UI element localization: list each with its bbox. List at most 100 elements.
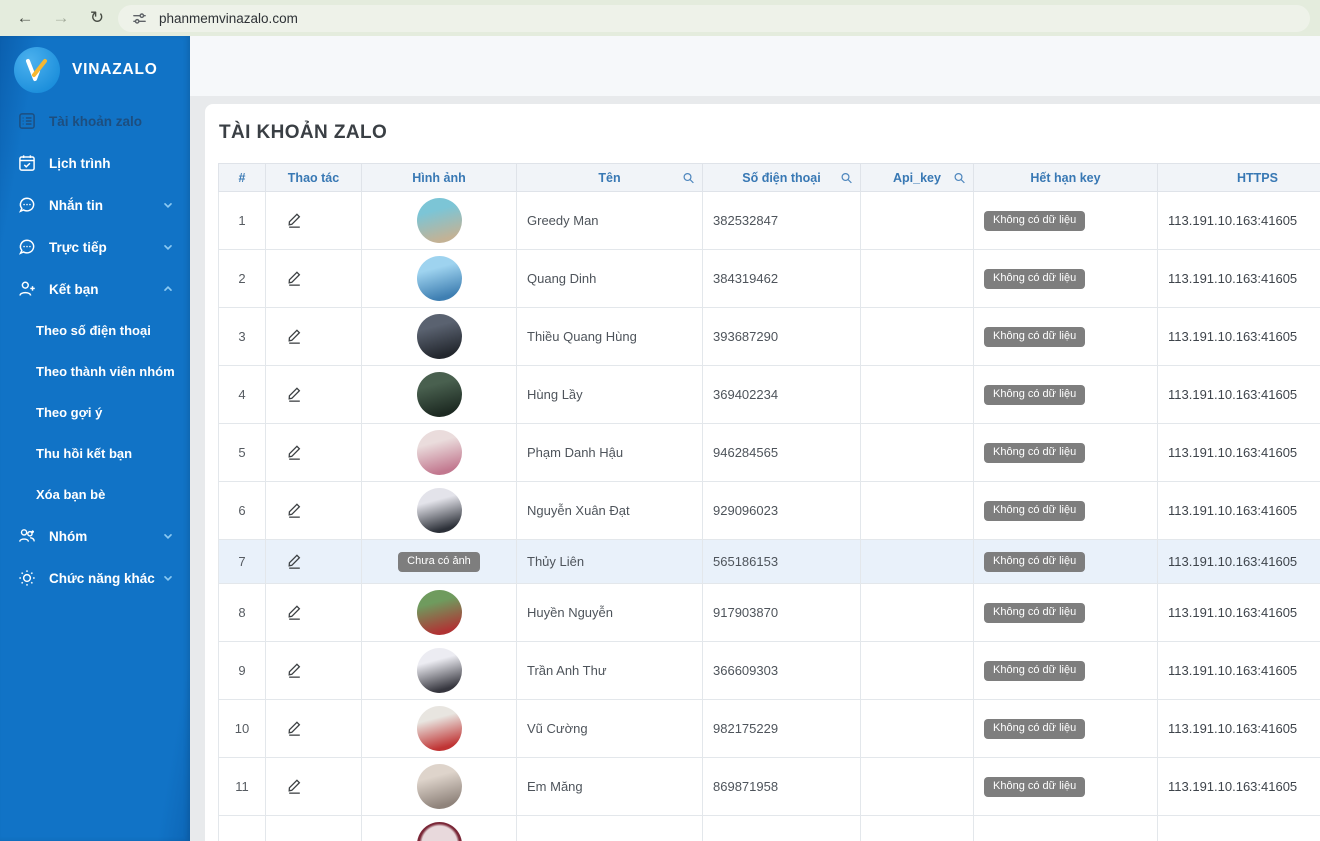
- action-cell: [266, 700, 362, 758]
- brand-name: VINAZALO: [72, 61, 158, 79]
- column-header-hinh-anh: Hình ảnh: [362, 164, 517, 192]
- table-row[interactable]: 6Nguyễn Xuân Đạt929096023Không có dữ liệ…: [219, 482, 1320, 540]
- search-icon[interactable]: [840, 171, 853, 184]
- table-row[interactable]: 2Quang Dinh384319462Không có dữ liệu113.…: [219, 250, 1320, 308]
- sidebar-subitem-theo-thanh-vien-nhom[interactable]: Theo thành viên nhóm: [0, 351, 190, 392]
- sidebar-item-ket-ban[interactable]: Kết bạn: [0, 268, 190, 310]
- table-row[interactable]: 9Trần Anh Thư366609303Không có dữ liệu11…: [219, 642, 1320, 700]
- https-address: [1158, 816, 1320, 841]
- table-row[interactable]: 1Greedy Man382532847Không có dữ liệu113.…: [219, 192, 1320, 250]
- sidebar-subitem-theo-goi-y[interactable]: Theo gợi ý: [0, 392, 190, 433]
- https-address: 113.191.10.163:41605: [1158, 700, 1320, 758]
- account-name: Em Măng: [517, 758, 703, 816]
- sidebar-item-chuc-nang-khac[interactable]: Chức năng khác: [0, 557, 190, 599]
- edit-icon[interactable]: [286, 327, 303, 344]
- sun-icon: [18, 569, 37, 588]
- account-name: Nguyễn Xuân Đạt: [517, 482, 703, 540]
- avatar[interactable]: [417, 198, 462, 243]
- search-icon[interactable]: [953, 171, 966, 184]
- phone-number: 382532847: [703, 192, 861, 250]
- sidebar-item-nhom[interactable]: Nhóm: [0, 515, 190, 557]
- photo-cell: [362, 584, 517, 642]
- back-button[interactable]: ←: [10, 4, 40, 32]
- key-expiry-cell: Không có dữ liệu: [974, 250, 1158, 308]
- avatar[interactable]: [417, 256, 462, 301]
- edit-icon[interactable]: [286, 501, 303, 518]
- photo-cell: [362, 424, 517, 482]
- edit-icon[interactable]: [286, 603, 303, 620]
- key-expiry-cell: Không có dữ liệu: [974, 540, 1158, 584]
- sidebar-item-label: Nhóm: [49, 529, 87, 544]
- account-name: Trần Anh Thư: [517, 642, 703, 700]
- table-row[interactable]: 4Hùng Lầy369402234Không có dữ liệu113.19…: [219, 366, 1320, 424]
- column-header-api-key: Api_key: [861, 164, 974, 192]
- edit-icon[interactable]: [286, 385, 303, 402]
- avatar[interactable]: [417, 314, 462, 359]
- avatar[interactable]: [417, 822, 462, 841]
- key-expiry-badge: Không có dữ liệu: [984, 327, 1085, 347]
- https-address: 113.191.10.163:41605: [1158, 250, 1320, 308]
- edit-icon[interactable]: [286, 661, 303, 678]
- sidebar-item-nhan-tin[interactable]: Nhắn tin: [0, 184, 190, 226]
- photo-cell: [362, 366, 517, 424]
- avatar[interactable]: [417, 430, 462, 475]
- chevron-down-icon: [162, 241, 174, 253]
- table-row[interactable]: 8Huyền Nguyễn917903870Không có dữ liệu11…: [219, 584, 1320, 642]
- phone-number: 369402234: [703, 366, 861, 424]
- action-cell: [266, 758, 362, 816]
- table-row[interactable]: [219, 816, 1320, 841]
- edit-icon[interactable]: [286, 719, 303, 736]
- phone-number: 917903870: [703, 584, 861, 642]
- sidebar-subitem-xoa-ban-be[interactable]: Xóa bạn bè: [0, 474, 190, 515]
- edit-icon[interactable]: [286, 443, 303, 460]
- edit-icon[interactable]: [286, 211, 303, 228]
- sidebar-item-label: Chức năng khác: [49, 571, 155, 586]
- table-row[interactable]: 11Em Măng869871958Không có dữ liệu113.19…: [219, 758, 1320, 816]
- https-address: 113.191.10.163:41605: [1158, 540, 1320, 584]
- avatar[interactable]: [417, 488, 462, 533]
- avatar[interactable]: [417, 706, 462, 751]
- calendar-icon: [18, 154, 37, 173]
- forward-button[interactable]: →: [46, 4, 76, 32]
- table-row[interactable]: 3Thiều Quang Hùng393687290Không có dữ li…: [219, 308, 1320, 366]
- edit-icon[interactable]: [286, 777, 303, 794]
- avatar[interactable]: [417, 590, 462, 635]
- table-row[interactable]: 5Phạm Danh Hậu946284565Không có dữ liệu1…: [219, 424, 1320, 482]
- person-add-icon: [18, 280, 37, 299]
- column-header-label: #: [239, 171, 246, 185]
- key-expiry-badge: Không có dữ liệu: [984, 777, 1085, 797]
- no-photo-badge: Chưa có ảnh: [398, 552, 480, 572]
- sidebar-subitem-label: Thu hồi kết bạn: [36, 446, 132, 461]
- url-text: phanmemvinazalo.com: [159, 11, 298, 26]
- avatar[interactable]: [417, 764, 462, 809]
- edit-icon[interactable]: [286, 269, 303, 286]
- account-name: Quang Dinh: [517, 250, 703, 308]
- brand[interactable]: VINAZALO: [0, 36, 190, 100]
- column-header-het-han-key: Hết hạn key: [974, 164, 1158, 192]
- row-number: 6: [219, 482, 266, 540]
- sidebar-menu: Tài khoản zaloLịch trìnhNhắn tinTrực tiế…: [0, 100, 190, 599]
- action-cell: [266, 482, 362, 540]
- table-row[interactable]: 7Chưa có ảnhThủy Liên565186153Không có d…: [219, 540, 1320, 584]
- photo-cell: [362, 308, 517, 366]
- search-icon[interactable]: [682, 171, 695, 184]
- reload-button[interactable]: ↻: [82, 4, 112, 32]
- sidebar-subitem-thu-hoi-ket-ban[interactable]: Thu hồi kết bạn: [0, 433, 190, 474]
- api-key-cell: [861, 642, 974, 700]
- sidebar-item-truc-tiep[interactable]: Trực tiếp: [0, 226, 190, 268]
- column-header-label: Tên: [598, 171, 620, 185]
- avatar[interactable]: [417, 372, 462, 417]
- site-settings-icon[interactable]: [132, 11, 147, 26]
- key-expiry-badge: Không có dữ liệu: [984, 385, 1085, 405]
- address-bar[interactable]: phanmemvinazalo.com: [118, 5, 1310, 32]
- https-address: 113.191.10.163:41605: [1158, 366, 1320, 424]
- action-cell: [266, 366, 362, 424]
- sidebar-subitem-theo-so-ien-thoai[interactable]: Theo số điện thoại: [0, 310, 190, 351]
- sidebar-item-lich-trinh[interactable]: Lịch trình: [0, 142, 190, 184]
- sidebar-item-tai-khoan-zalo[interactable]: Tài khoản zalo: [0, 100, 190, 142]
- table-row[interactable]: 10Vũ Cường982175229Không có dữ liệu113.1…: [219, 700, 1320, 758]
- edit-icon[interactable]: [286, 552, 303, 569]
- column-header-so-ien-thoai: Số điện thoại: [703, 164, 861, 192]
- avatar[interactable]: [417, 648, 462, 693]
- https-address: 113.191.10.163:41605: [1158, 642, 1320, 700]
